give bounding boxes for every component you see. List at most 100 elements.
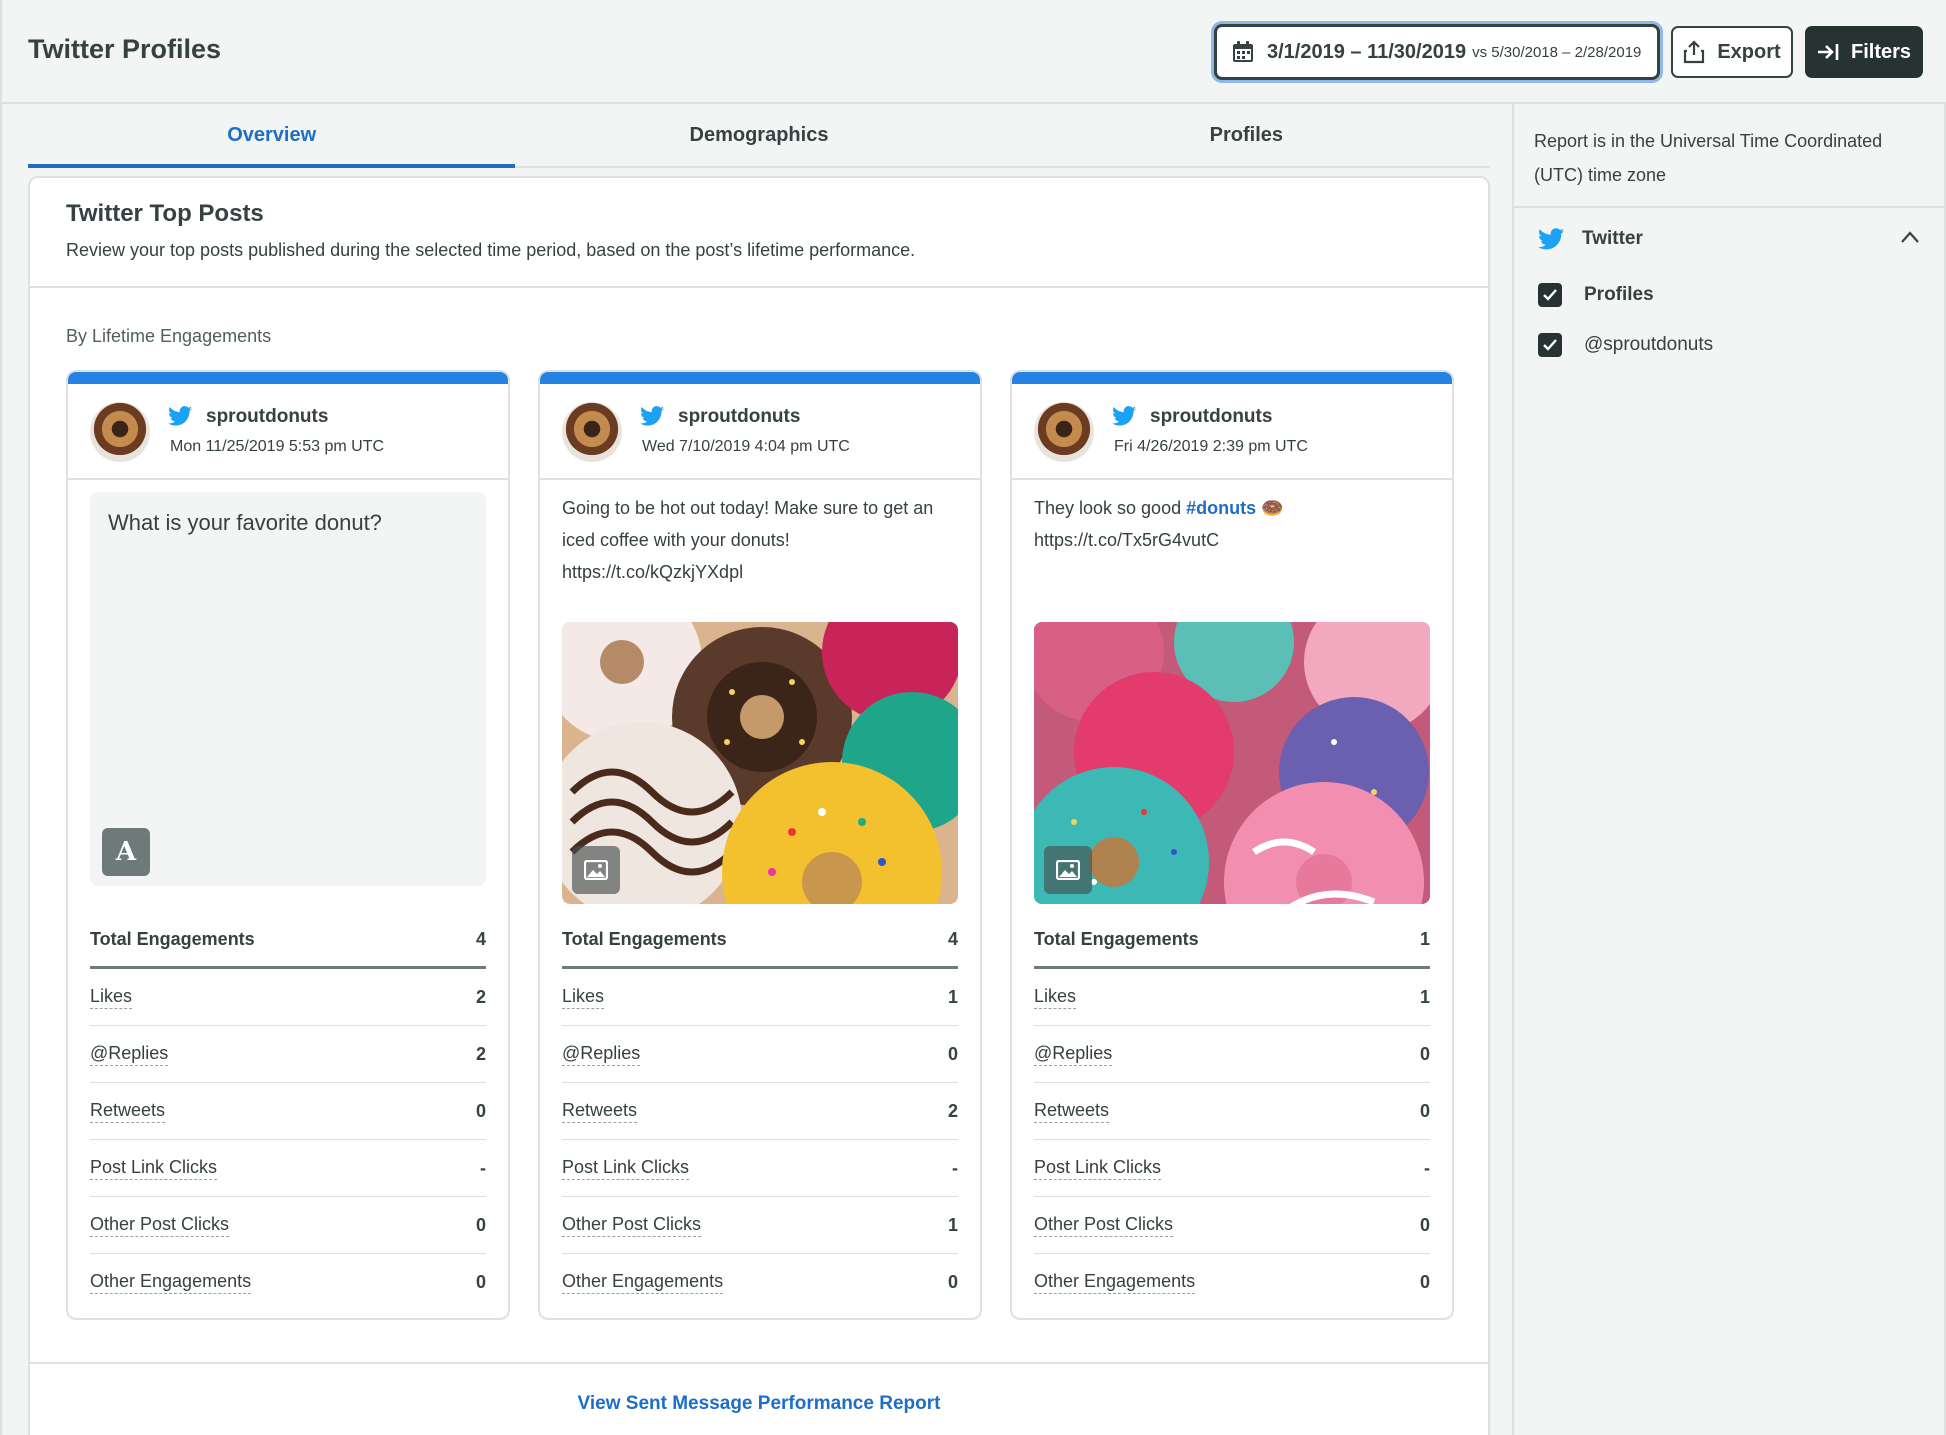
chevron-up-icon[interactable] <box>1900 230 1920 244</box>
metric-label[interactable]: Post Link Clicks <box>562 1157 690 1180</box>
metric-label[interactable]: Other Engagements <box>1034 1271 1196 1294</box>
checkbox-label: Profiles <box>1584 284 1654 305</box>
metric-value: 4 <box>947 928 958 949</box>
metric-replies: @Replies 0 <box>1034 1026 1430 1083</box>
metric-label[interactable]: @Replies <box>90 1043 169 1066</box>
metric-value: 1 <box>947 1214 958 1235</box>
metric-value: 0 <box>1419 1043 1430 1064</box>
metric-value: 1 <box>947 986 958 1007</box>
metric-other-post-clicks: Other Post Clicks 0 <box>90 1197 486 1254</box>
metric-total-engagements: Total Engagements 4 <box>562 912 958 969</box>
post-date: Wed 7/10/2019 4:04 pm UTC <box>642 438 850 455</box>
metric-other-engagements: Other Engagements 0 <box>90 1254 486 1311</box>
metric-label[interactable]: Post Link Clicks <box>90 1157 218 1180</box>
post-username[interactable]: sproutdonuts <box>1150 406 1272 428</box>
metric-label[interactable]: Other Post Clicks <box>90 1214 230 1237</box>
twitter-icon <box>1538 228 1564 250</box>
metric-value: 2 <box>947 1100 958 1121</box>
metric-value: 1 <box>1419 986 1430 1007</box>
metric-total-engagements: Total Engagements 4 <box>90 912 486 969</box>
panel-footer: View Sent Message Performance Report <box>30 1362 1488 1435</box>
donuts-photo <box>1034 622 1430 904</box>
text-post-preview: What is your favorite donut? A <box>90 492 486 886</box>
metric-value: 1 <box>1419 928 1430 949</box>
metric-post-link-clicks: Post Link Clicks - <box>562 1140 958 1197</box>
main-content: Overview Demographics Profiles Twitter T… <box>0 104 1512 1435</box>
post-card[interactable]: sproutdonuts Wed 7/10/2019 4:04 pm UTC G… <box>538 370 982 1320</box>
check-icon[interactable] <box>1538 283 1562 307</box>
hashtag-link[interactable]: #donuts <box>1186 498 1256 518</box>
metric-label[interactable]: Likes <box>562 986 605 1009</box>
tab-bar: Overview Demographics Profiles <box>28 104 1490 168</box>
view-report-link[interactable]: View Sent Message Performance Report <box>578 1393 941 1415</box>
donuts-photo <box>562 622 958 904</box>
metric-label[interactable]: Other Engagements <box>562 1271 724 1294</box>
metric-label[interactable]: @Replies <box>562 1043 641 1066</box>
tab-demographics[interactable]: Demographics <box>515 104 1002 166</box>
profiles-checkbox-row[interactable]: Profiles <box>1514 270 1944 320</box>
metric-label[interactable]: Retweets <box>562 1100 638 1123</box>
post-username[interactable]: sproutdonuts <box>206 406 328 428</box>
panel-title: Twitter Top Posts <box>66 200 264 227</box>
post-image[interactable] <box>1034 622 1430 904</box>
text-post-icon: A <box>102 828 150 876</box>
filters-icon <box>1817 44 1839 60</box>
post-card[interactable]: sproutdonuts Mon 11/25/2019 5:53 pm UTC … <box>66 370 510 1320</box>
post-text: Going to be hot out today! Make sure to … <box>562 498 934 582</box>
tab-overview[interactable]: Overview <box>28 104 516 168</box>
post-date: Fri 4/26/2019 2:39 pm UTC <box>1114 438 1308 455</box>
post-header: sproutdonuts Fri 4/26/2019 2:39 pm UTC <box>1012 384 1452 480</box>
metric-value: 0 <box>1419 1100 1430 1121</box>
page-header: Twitter Profiles 3/1/2019 – 11/30/2019 v… <box>0 0 1946 104</box>
metric-label[interactable]: Post Link Clicks <box>1034 1157 1162 1180</box>
calendar-icon <box>1233 41 1253 62</box>
top-posts-panel: Twitter Top Posts Review your top posts … <box>28 176 1490 1435</box>
metric-label[interactable]: @Replies <box>1034 1043 1113 1066</box>
export-label: Export <box>1717 40 1781 63</box>
filters-label: Filters <box>1850 40 1912 63</box>
profile-checkbox-row[interactable]: @sproutdonuts <box>1514 320 1944 370</box>
metric-value: 0 <box>475 1214 486 1235</box>
network-label: Twitter <box>1582 228 1643 249</box>
export-button[interactable]: Export <box>1671 26 1793 78</box>
post-metrics: Total Engagements 4 Likes 2 @Replies 2 Retw… <box>90 912 486 1311</box>
metric-label[interactable]: Likes <box>90 986 133 1009</box>
twitter-icon <box>168 406 192 426</box>
metric-label[interactable]: Other Post Clicks <box>562 1214 702 1237</box>
image-icon <box>1044 846 1092 894</box>
post-text-part: They look so good <box>1034 498 1187 518</box>
twitter-filter-header[interactable]: Twitter <box>1514 208 1944 270</box>
metric-label: Total Engagements <box>90 928 255 949</box>
post-body: What is your favorite donut? A <box>90 492 486 886</box>
filters-button[interactable]: Filters <box>1805 26 1923 78</box>
post-header: sproutdonuts Mon 11/25/2019 5:53 pm UTC <box>68 384 508 480</box>
metric-label[interactable]: Other Engagements <box>90 1271 252 1294</box>
metric-value: 2 <box>475 986 486 1007</box>
metric-label[interactable]: Retweets <box>1034 1100 1110 1123</box>
image-icon <box>572 846 620 894</box>
post-metrics: Total Engagements 1 Likes 1 @Replies 0 Retw… <box>1034 912 1430 1311</box>
metric-value: - <box>480 1157 486 1178</box>
metric-other-engagements: Other Engagements 0 <box>1034 1254 1430 1311</box>
tab-profiles[interactable]: Profiles <box>1003 104 1490 166</box>
metric-label[interactable]: Other Post Clicks <box>1034 1214 1174 1237</box>
post-card[interactable]: sproutdonuts Fri 4/26/2019 2:39 pm UTC T… <box>1010 370 1454 1320</box>
post-image[interactable] <box>562 622 958 904</box>
post-body: They look so good #donuts 🍩 https://t.co… <box>1034 492 1430 556</box>
metric-value: - <box>952 1157 958 1178</box>
panel-subtitle: Review your top posts published during t… <box>66 240 916 260</box>
card-accent-bar <box>1012 372 1452 384</box>
post-metrics: Total Engagements 4 Likes 1 @Replies 0 Retw… <box>562 912 958 1311</box>
check-icon[interactable] <box>1538 333 1562 357</box>
metric-label: Total Engagements <box>1034 928 1199 949</box>
date-range-button[interactable]: 3/1/2019 – 11/30/2019 vs 5/30/2018 – 2/2… <box>1214 24 1660 80</box>
metric-post-link-clicks: Post Link Clicks - <box>1034 1140 1430 1197</box>
metric-retweets: Retweets 0 <box>90 1083 486 1140</box>
metric-likes: Likes 1 <box>1034 969 1430 1026</box>
metric-label[interactable]: Likes <box>1034 986 1077 1009</box>
avatar <box>90 402 150 462</box>
avatar <box>1034 402 1094 462</box>
post-username[interactable]: sproutdonuts <box>678 406 800 428</box>
metric-label[interactable]: Retweets <box>90 1100 166 1123</box>
timezone-note: Report is in the Universal Time Coordina… <box>1514 104 1944 208</box>
